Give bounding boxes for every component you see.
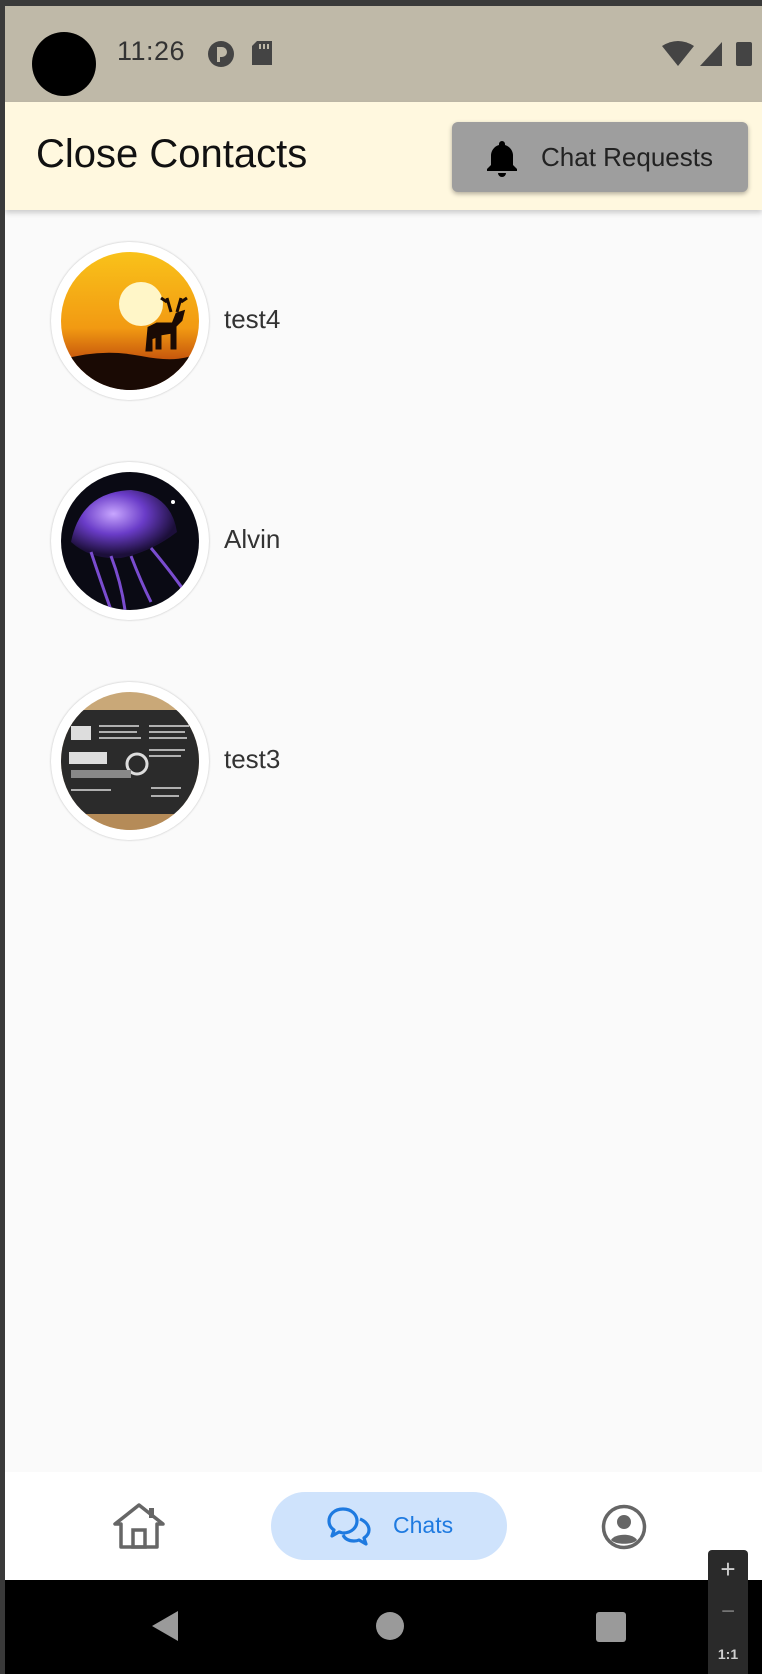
profile-icon[interactable] [601, 1504, 647, 1550]
contact-name: Alvin [224, 524, 281, 554]
contact-item-alvin[interactable]: Alvin [5, 462, 762, 622]
avatar [51, 462, 209, 620]
contact-name: test3 [224, 744, 281, 774]
device-bezel-top [0, 0, 762, 6]
zoom-in-button[interactable]: + [708, 1554, 748, 1585]
nav-chats-label: Chats [393, 1512, 454, 1538]
chat-requests-label: Chat Requests [541, 142, 713, 172]
sd-card-icon [252, 41, 272, 65]
status-bar: 11:26 [0, 0, 762, 102]
status-time: 11:26 [117, 36, 186, 66]
contact-item-test4[interactable]: test4 [5, 242, 762, 402]
zoom-reset-button[interactable]: 1:1 [708, 1646, 748, 1662]
bell-icon [487, 141, 517, 177]
avatar [51, 242, 209, 400]
contact-name: test4 [224, 304, 281, 334]
bottom-nav: Chats [5, 1472, 762, 1580]
contact-item-test3[interactable]: test3 [5, 682, 762, 842]
system-navigation-bar [0, 1580, 762, 1674]
wifi-icon [662, 41, 694, 66]
home-button[interactable] [376, 1612, 404, 1640]
contact-photo-device-label [61, 692, 199, 830]
device-bezel-left [0, 0, 5, 1674]
chat-bubbles-icon [327, 1507, 371, 1546]
battery-icon [736, 42, 752, 66]
camera-cutout [32, 32, 96, 96]
page-title: Close Contacts [36, 132, 308, 176]
contact-photo-deer-sunset [61, 252, 199, 390]
app-bar: Close Contacts Chat Requests [5, 102, 762, 210]
chat-requests-button[interactable]: Chat Requests [452, 122, 748, 192]
contact-photo-jellyfish [61, 472, 199, 610]
status-right-icons [662, 41, 752, 66]
zoom-controls: + − 1:1 [708, 1550, 748, 1674]
nav-chats-tab[interactable]: Chats [271, 1492, 507, 1560]
cast-status-icon [208, 41, 234, 67]
zoom-out-button[interactable]: − [708, 1598, 748, 1626]
back-icon[interactable] [150, 1609, 180, 1643]
recent-apps-button[interactable] [596, 1612, 626, 1642]
avatar [51, 682, 209, 840]
signal-icon [700, 42, 722, 66]
home-icon[interactable] [113, 1502, 165, 1550]
